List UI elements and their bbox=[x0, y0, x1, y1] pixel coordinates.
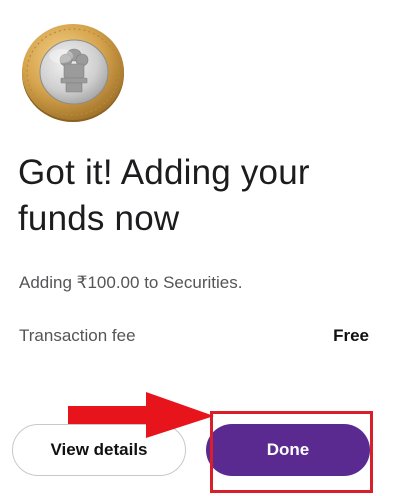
rupee-coin-icon bbox=[22, 24, 124, 122]
page-title: Got it! Adding your funds now bbox=[18, 153, 310, 238]
transaction-fee-label: Transaction fee bbox=[19, 326, 136, 345]
done-button[interactable]: Done bbox=[206, 424, 370, 476]
funding-summary-text: Adding ₹100.00 to Securities. bbox=[19, 273, 243, 292]
view-details-button[interactable]: View details bbox=[12, 424, 186, 476]
transaction-fee-value: Free bbox=[333, 326, 369, 345]
transaction-fee-row: Transaction fee Free bbox=[19, 324, 369, 348]
funds-confirmation-screen: Got it! Adding your funds now Adding ₹10… bbox=[0, 0, 398, 496]
